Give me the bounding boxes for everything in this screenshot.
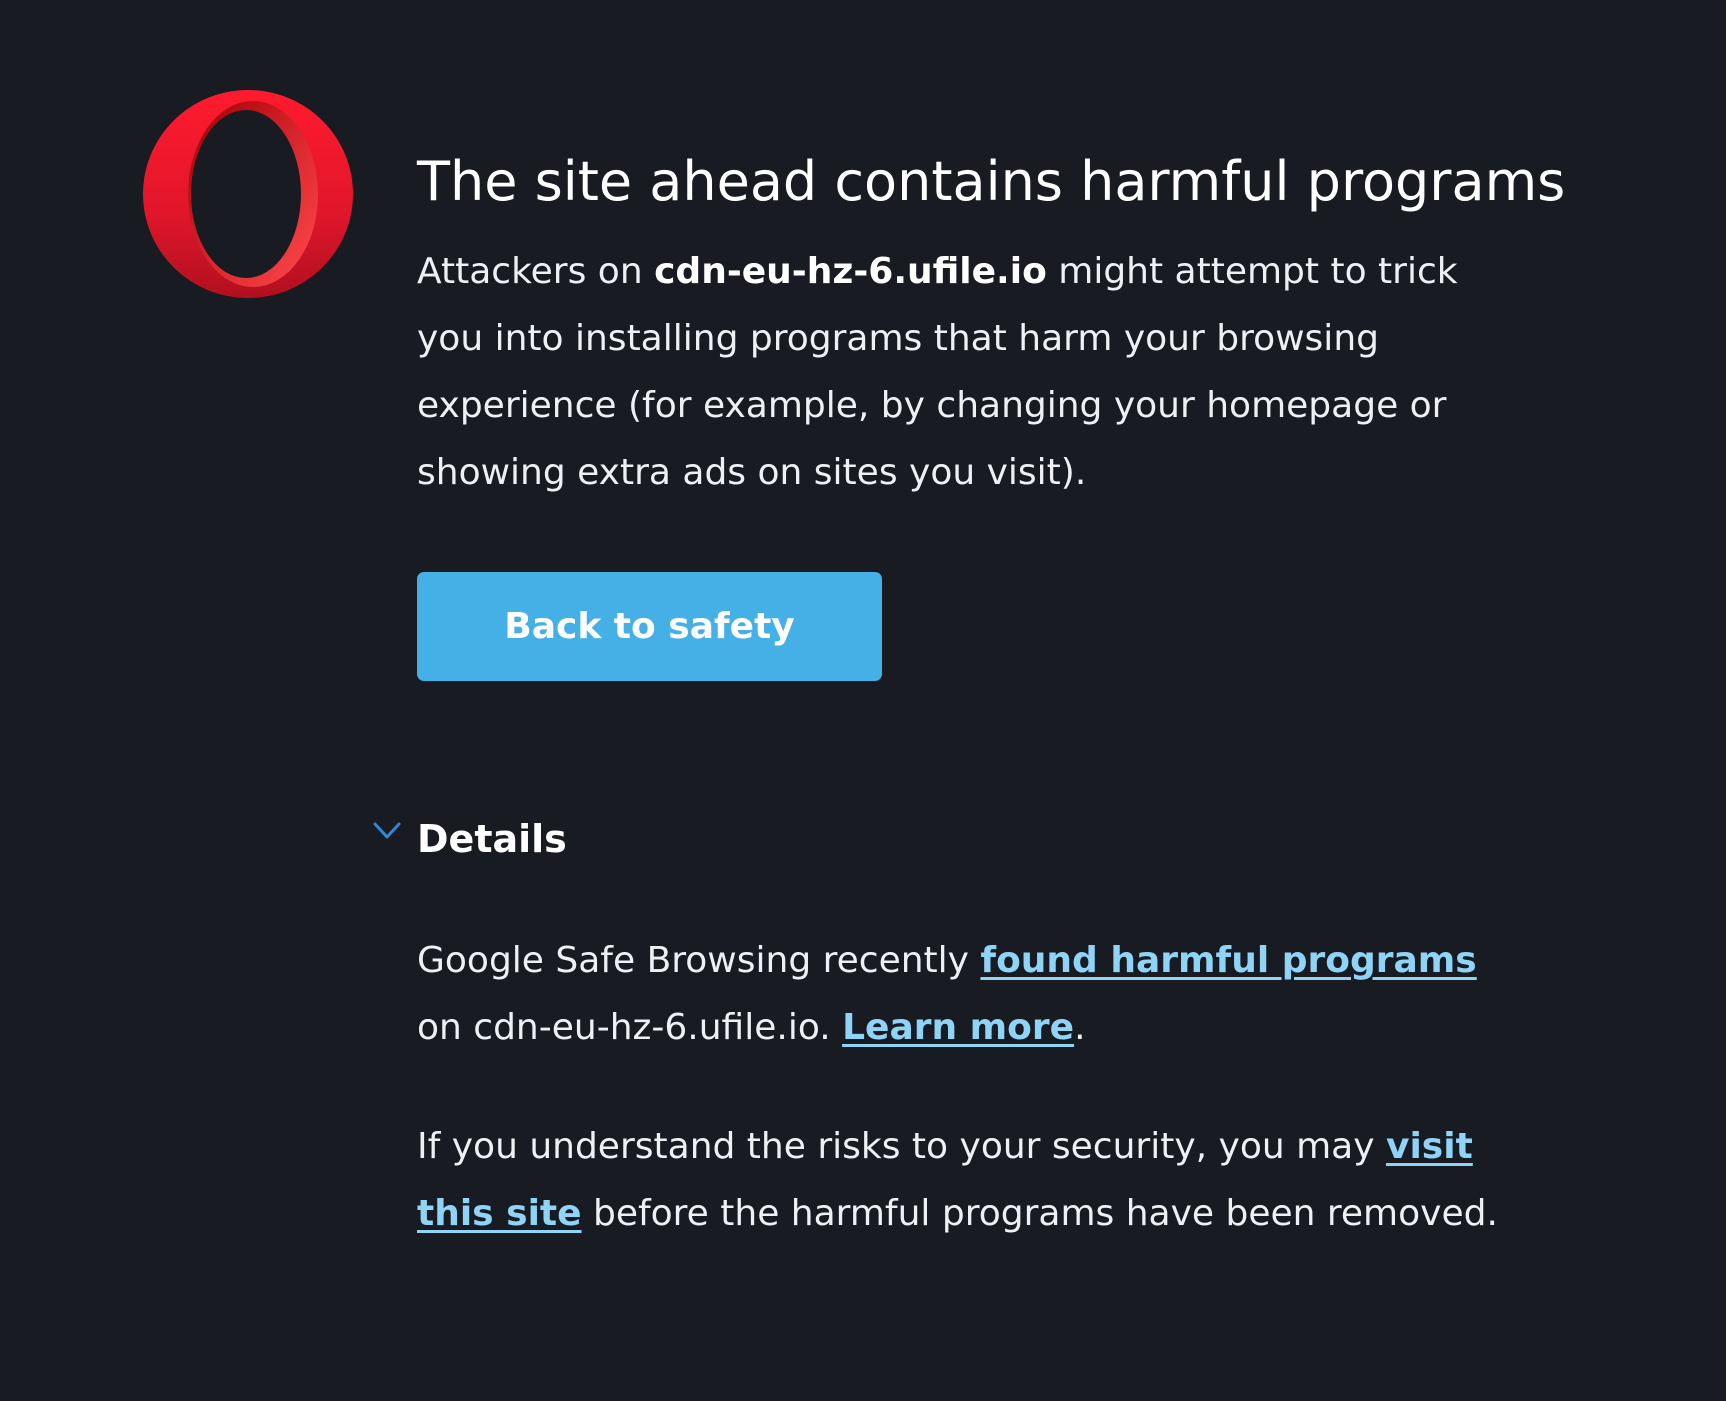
back-to-safety-button[interactable]: Back to safety — [417, 572, 882, 681]
safe-browsing-prefix: Google Safe Browsing recently — [417, 940, 981, 981]
warning-message-prefix: Attackers on — [417, 251, 655, 292]
site-domain: cdn-eu-hz-6.ufile.io — [654, 251, 1047, 292]
details-toggle[interactable]: Details — [373, 809, 1527, 869]
opera-logo — [143, 90, 353, 298]
found-harmful-programs-link[interactable]: found harmful programs — [980, 940, 1476, 981]
proceed-prefix: If you understand the risks to your secu… — [417, 1126, 1386, 1167]
learn-more-link[interactable]: Learn more — [842, 1007, 1074, 1048]
page-title: The site ahead contains harmful programs — [417, 150, 1566, 213]
safe-browsing-suffix: . — [1074, 1007, 1086, 1048]
interstitial-content: The site ahead contains harmful programs… — [373, 150, 1566, 1247]
proceed-suffix: before the harmful programs have been re… — [581, 1193, 1498, 1234]
proceed-message: If you understand the risks to your secu… — [417, 1113, 1527, 1247]
safe-browsing-message: Google Safe Browsing recently found harm… — [417, 927, 1527, 1061]
safe-browsing-middle: on cdn-eu-hz-6.ufile.io. — [417, 1007, 843, 1048]
details-body: Google Safe Browsing recently found harm… — [417, 927, 1527, 1247]
details-label[interactable]: Details — [417, 817, 567, 861]
chevron-down-icon[interactable] — [373, 821, 401, 841]
warning-message: Attackers on cdn-eu-hz-6.ufile.io might … — [417, 238, 1527, 506]
